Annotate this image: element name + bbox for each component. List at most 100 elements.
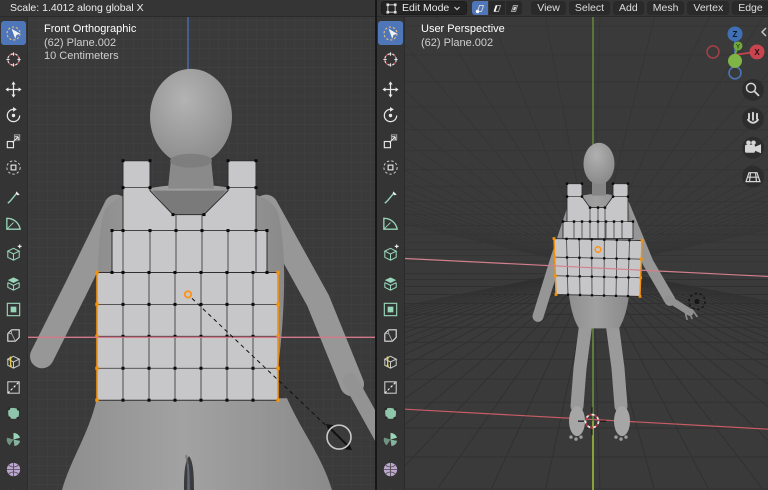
- mode-dropdown[interactable]: Edit Mode: [381, 1, 468, 15]
- toolbar-left: [0, 17, 28, 490]
- tool-poly-build-button[interactable]: [378, 401, 403, 425]
- tool-add-cube-button[interactable]: [1, 241, 26, 265]
- tool-knife-button[interactable]: [378, 375, 403, 399]
- edge-select-mode-button[interactable]: [489, 1, 506, 15]
- knife-icon: [384, 380, 397, 394]
- menu-mesh[interactable]: Mesh: [646, 1, 685, 15]
- tool-annotate-button[interactable]: [1, 185, 26, 209]
- tool-cursor-button[interactable]: [1, 47, 26, 71]
- inset-faces-icon: [383, 302, 398, 316]
- tool-spin-button[interactable]: [378, 427, 403, 451]
- menu-vertex[interactable]: Vertex: [687, 1, 730, 15]
- edge-slide-icon: [388, 489, 393, 490]
- menu-add[interactable]: Add: [613, 1, 644, 15]
- gizmo-minus-y[interactable]: [728, 53, 742, 68]
- blender-window: Scale: 1.4012 along global X Front Ortho…: [0, 0, 768, 490]
- edit-mode-icon: [386, 2, 397, 14]
- head: [150, 68, 232, 165]
- tool-move-button[interactable]: [378, 77, 403, 101]
- tool-select-box-button[interactable]: [378, 21, 403, 45]
- face-select-icon: [511, 5, 519, 12]
- tool-measure-button[interactable]: [378, 211, 403, 235]
- viewport-front-ortho: Scale: 1.4012 along global X Front Ortho…: [0, 0, 375, 490]
- tool-scale-button[interactable]: [1, 129, 26, 153]
- tool-annotate-button[interactable]: [378, 185, 403, 209]
- tool-transform-button[interactable]: [378, 155, 403, 179]
- user-perspective-canvas[interactable]: Y X Z User Perspective (62) Plane.002: [405, 17, 768, 490]
- tool-smooth-button[interactable]: [378, 457, 403, 481]
- front-ortho-canvas[interactable]: Front Orthographic (62) Plane.002 10 Cen…: [28, 17, 375, 490]
- tool-transform-button[interactable]: [1, 155, 26, 179]
- extrude-region-icon: [7, 276, 20, 291]
- bevel-icon: [7, 328, 20, 342]
- tool-edge-slide-button[interactable]: [378, 483, 403, 490]
- tool-move-button[interactable]: [1, 77, 26, 101]
- tool-add-cube-button[interactable]: [378, 241, 403, 265]
- tool-loop-cut-button[interactable]: [1, 349, 26, 373]
- tool-rotate-button[interactable]: [378, 103, 403, 127]
- poly-build-icon: [7, 406, 20, 420]
- measure-icon: [383, 217, 398, 230]
- bevel-icon: [384, 328, 397, 342]
- tool-inset-faces-button[interactable]: [1, 297, 26, 321]
- face-select-mode-button[interactable]: [506, 1, 523, 15]
- knife-icon: [7, 380, 20, 394]
- measure-icon: [6, 217, 21, 230]
- front-ortho-scene: [28, 17, 375, 490]
- hips-legs: [62, 398, 332, 490]
- tool-extrude-region-button[interactable]: [378, 271, 403, 295]
- tool-rotate-button[interactable]: [1, 103, 26, 127]
- tool-select-box-button[interactable]: [1, 21, 26, 45]
- tool-smooth-button[interactable]: [1, 457, 26, 481]
- gizmo-minus-x[interactable]: [706, 45, 720, 59]
- cursor-icon: [6, 51, 21, 67]
- inset-faces-icon: [6, 302, 21, 316]
- menu-select[interactable]: Select: [568, 1, 611, 15]
- toolbar-right: [377, 17, 405, 490]
- tool-extrude-region-button[interactable]: [1, 271, 26, 295]
- tool-bevel-button[interactable]: [378, 323, 403, 347]
- spin-icon: [6, 432, 21, 446]
- loop-cut-icon: [6, 355, 21, 369]
- rotate-icon: [6, 106, 21, 122]
- tool-knife-button[interactable]: [1, 375, 26, 399]
- tool-spin-button[interactable]: [1, 427, 26, 451]
- rotate-icon: [383, 106, 398, 122]
- tool-bevel-button[interactable]: [1, 323, 26, 347]
- menu-bar: ViewSelectAddMeshVertexEdgeFaceUV: [531, 1, 768, 15]
- chevron-down-icon: [454, 6, 461, 11]
- operation-status-text: Scale: 1.4012 along global X: [10, 2, 144, 14]
- tool-inset-faces-button[interactable]: [378, 297, 403, 321]
- select-box-icon: [383, 25, 398, 41]
- zoom-button[interactable]: [742, 78, 764, 101]
- loop-cut-icon: [383, 355, 398, 369]
- tool-poly-build-button[interactable]: [1, 401, 26, 425]
- annotate-icon: [384, 190, 397, 204]
- toggle-perspective-button[interactable]: [742, 165, 764, 188]
- tool-scale-button[interactable]: [378, 129, 403, 153]
- tool-measure-button[interactable]: [1, 211, 26, 235]
- spin-icon: [383, 432, 398, 446]
- right-viewport-header: Edit Mode ViewSelectAddMeshVertexEdgeFac…: [377, 0, 768, 17]
- smooth-icon: [383, 462, 398, 476]
- camera-view-button[interactable]: [742, 136, 764, 159]
- tool-loop-cut-button[interactable]: [378, 349, 403, 373]
- tool-edge-slide-button[interactable]: [1, 483, 26, 490]
- right-foot: [614, 406, 630, 437]
- tool-cursor-button[interactable]: [378, 47, 403, 71]
- menu-edge[interactable]: Edge: [732, 1, 768, 15]
- annotate-icon: [7, 190, 20, 204]
- gizmo-z-label: Z: [733, 30, 738, 39]
- vertex-select-mode-button[interactable]: [472, 1, 489, 15]
- extrude-region-icon: [384, 276, 397, 291]
- user-perspective-scene: Y X Z: [405, 17, 768, 490]
- pan-button[interactable]: [742, 107, 764, 130]
- gizmo-minus-z[interactable]: [728, 66, 742, 80]
- add-cube-icon: [6, 243, 22, 261]
- gizmo-x-label: X: [754, 48, 760, 57]
- head: [583, 142, 615, 185]
- menu-view[interactable]: View: [531, 1, 566, 15]
- cursor-icon: [383, 51, 398, 67]
- gizmo-y-label: Y: [736, 43, 741, 50]
- chin-shadow: [170, 153, 212, 168]
